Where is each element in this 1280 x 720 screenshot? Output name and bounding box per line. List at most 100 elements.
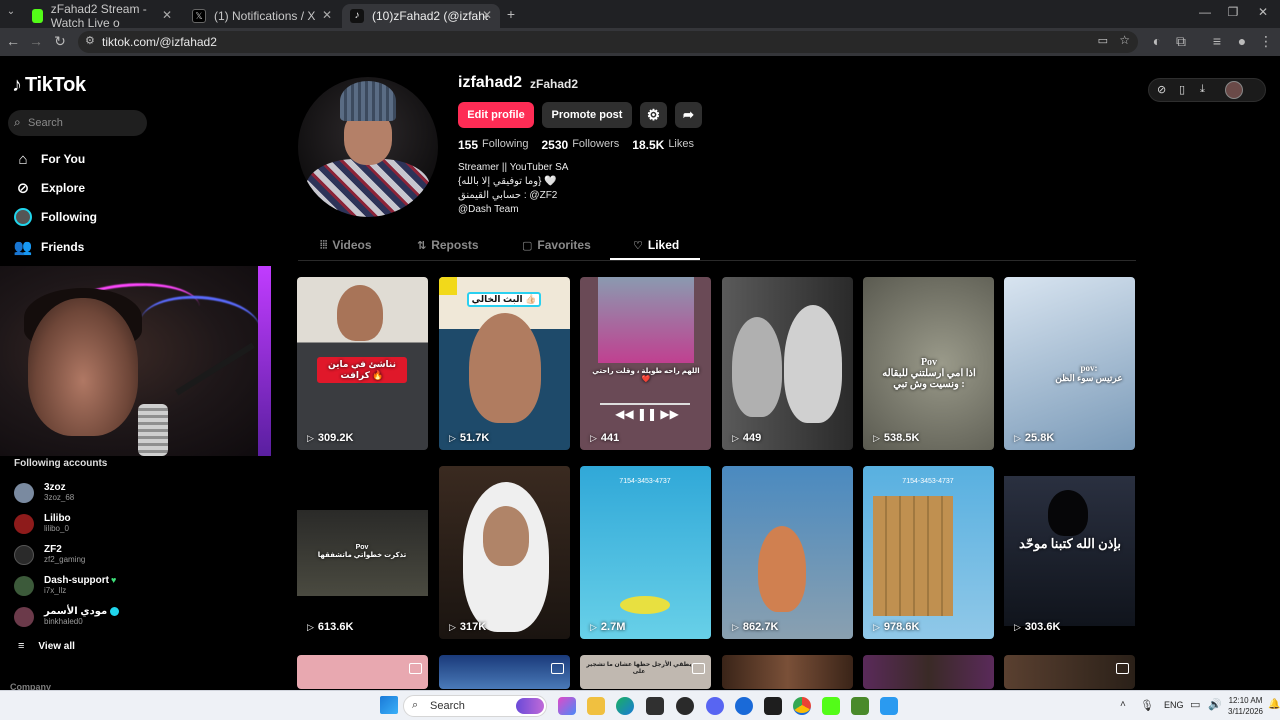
following-account[interactable]: Dash-support ♥ i7x_llz [14,575,116,596]
windows-taskbar: ⌕ Search ˄ 🎙 ENG ▭ 🔊 12:10 AM 3/11/2026 … [0,690,1280,720]
video-card[interactable] [297,655,428,689]
user-avatar[interactable] [1225,81,1243,99]
tab-reposts[interactable]: ⇅ Reposts [417,238,479,252]
volume-icon[interactable]: 🔊 [1208,698,1222,711]
cast-icon[interactable]: ▭ [1098,34,1108,47]
edge-icon[interactable] [616,697,634,715]
discord-icon[interactable] [706,697,724,715]
video-card[interactable]: 7154-3453-4737 ▷ 2.7M [580,466,711,639]
video-card[interactable]: بإذن الله كتبنا موحّد ▷ 303.6K [1004,466,1135,639]
account-handle: binkhaled0 [44,617,83,626]
terminal-icon[interactable] [764,697,782,715]
play-icon: ▷ [590,432,597,443]
view-count: ▷ 51.7K [449,432,490,444]
tray-chevron-icon[interactable]: ˄ [1120,699,1126,710]
video-card[interactable]: Pov اذا امي ارسلتني للبقاله ونسيت وش تبي… [863,277,994,450]
app-icon[interactable] [676,697,694,715]
tab-close-icon[interactable]: ✕ [482,8,492,22]
following-account[interactable]: مودي الأسمر binkhaled0 [14,606,120,627]
video-card[interactable]: يطقي الأرجل حظها عشان ما تشجير على [580,655,711,689]
site-info-icon[interactable]: ⚙ [85,34,95,47]
video-card[interactable] [439,655,570,689]
forward-arrow-icon[interactable]: → [27,33,45,49]
promote-post-button[interactable]: Promote post [542,102,632,128]
tab-close-icon[interactable]: ✕ [322,8,332,22]
tab-favorites[interactable]: ▢ Favorites [522,238,591,252]
tab-search-icon[interactable]: ⌄ [2,6,20,17]
bookmark-star-icon[interactable]: ☆ [1119,33,1130,47]
network-icon[interactable]: ▭ [1190,698,1200,711]
language-indicator[interactable]: ENG [1164,700,1184,710]
nav-item-friends[interactable]: 👥 Friends [14,238,85,256]
app-icon[interactable] [735,697,753,715]
settings-button[interactable]: ⚙ [640,102,667,128]
nav-item-explore[interactable]: ⊘ Explore [14,179,85,197]
browser-menu-icon[interactable]: ⋮ [1257,33,1275,50]
tab-close-icon[interactable]: ✕ [162,8,172,22]
following-account[interactable]: Lilibo lilibo_0 [14,513,71,534]
video-caption: بإذن الله كتبنا موحّد [1019,536,1121,551]
url-field[interactable]: ⚙ tiktok.com/@izfahad2 ▭ ☆ [78,31,1138,53]
coins-icon[interactable]: ⊘ [1157,83,1166,96]
video-card[interactable]: 7154-3453-4737 ▷ 978.6K [863,466,994,639]
store-icon[interactable] [646,697,664,715]
extensions-puzzle-icon[interactable]: ⧉ [1172,33,1190,50]
tiktok-logo[interactable]: ♪ TikTok [12,74,86,97]
tiktok-favicon-icon: ♪ [350,9,364,23]
followers-count[interactable]: 2530 [542,138,569,152]
taskbar-search[interactable]: ⌕ Search [403,695,547,717]
following-account[interactable]: ZF2 zf2_gaming [14,544,85,565]
video-card[interactable] [1004,655,1135,689]
video-card[interactable]: اللهم راحه طويلة ، وقلت راحتي ❤️ ◀◀ ❚❚ ▶… [580,277,711,450]
video-object [873,496,953,616]
share-button[interactable]: ➦ [675,102,702,128]
maximize-button[interactable]: ❐ [1224,5,1242,19]
phone-icon[interactable]: ▯ [1179,83,1185,96]
reload-icon[interactable]: ↻ [51,33,69,50]
edit-profile-button[interactable]: Edit profile [458,102,534,128]
search-box[interactable]: ⌕ [8,110,147,136]
windows-start-icon[interactable] [380,696,398,714]
video-card[interactable]: ▷ 449 [722,277,853,450]
followers-label[interactable]: Followers [572,138,619,152]
video-card[interactable] [863,655,994,689]
browser-tab-x[interactable]: 𝕏 (1) Notifications / X ✕ [184,4,340,28]
video-caption: نناشئ في ماين كرافت 🔥 [317,357,407,383]
notification-bell-icon[interactable]: 🔔 [1268,699,1280,710]
video-card[interactable]: نناشئ في ماين كرافت 🔥 ▷ 309.2K [297,277,428,450]
back-arrow-icon[interactable]: ← [4,33,22,49]
view-all-button[interactable]: ≡ View all [18,640,75,652]
profile-icon[interactable]: ● [1233,33,1251,49]
kick-app-icon[interactable] [822,697,840,715]
file-explorer-icon[interactable] [587,697,605,715]
taskbar-clock[interactable]: 12:10 AM 3/11/2026 [1228,695,1263,717]
video-card[interactable]: pov: عرتيس سوء الظن ▷ 25.8K [1004,277,1135,450]
minecraft-icon[interactable] [851,697,869,715]
video-card[interactable]: ▷ 317K [439,466,570,639]
extension-icon[interactable]: ◐ [1148,33,1166,49]
search-input[interactable] [28,114,140,132]
microphone-icon[interactable]: 🎙 [1140,699,1154,712]
tab-videos[interactable]: ⦙⦙⦙ Videos [320,238,372,252]
video-card[interactable]: Pov تذكرت خطواتي ماتشفقها ▷ 613.6K [297,466,428,639]
media-control-icon[interactable]: ≡ [1208,33,1226,49]
nav-item-following[interactable]: Following [14,208,97,226]
browser-tab-kick[interactable]: zFahad2 Stream - Watch Live o ✕ [24,2,180,30]
chrome-icon[interactable] [793,697,811,715]
following-account[interactable]: 3zoz 3zoz_68 [14,482,74,503]
following-label[interactable]: Following [482,138,528,152]
copilot-icon[interactable] [558,697,576,715]
app-icon[interactable] [880,697,898,715]
browser-tab-tiktok[interactable]: ♪ (10)zFahad2 (@izfahad2) | TikTo ✕ [342,4,500,28]
video-card[interactable]: البث الخالي 👍🏻 ▷ 51.7K [439,277,570,450]
nav-item-for-you[interactable]: ⌂ For You [14,150,85,168]
tab-liked[interactable]: ♡ Liked [633,238,679,252]
profile-avatar[interactable] [298,77,438,217]
close-window-button[interactable]: ✕ [1254,5,1272,19]
minimize-button[interactable]: — [1196,5,1214,19]
new-tab-button[interactable]: + [502,6,520,22]
video-card[interactable] [722,655,853,689]
following-count[interactable]: 155 [458,138,478,152]
download-icon[interactable]: ⤓ [1200,83,1205,96]
video-card[interactable]: ▷ 862.7K [722,466,853,639]
